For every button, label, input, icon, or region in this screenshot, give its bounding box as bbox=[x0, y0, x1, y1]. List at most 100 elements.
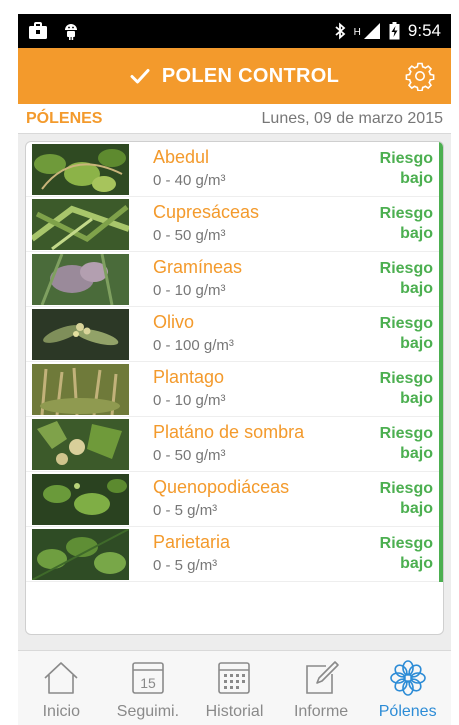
risk-indicator bbox=[439, 527, 443, 582]
risk-indicator bbox=[439, 307, 443, 362]
pollen-row-abedul[interactable]: Abedul 0 - 40 g/m³ Riesgo bajo bbox=[26, 142, 443, 197]
pollen-range: 0 - 100 g/m³ bbox=[153, 337, 234, 354]
nav-inicio[interactable]: Inicio bbox=[18, 651, 105, 725]
risk-line-1: Riesgo bbox=[379, 425, 433, 442]
risk-line-2: bajo bbox=[400, 555, 433, 572]
calendar-day-icon: 15 bbox=[132, 662, 164, 694]
screen: H 9:54 POLEN CONTROL PÓLENES Lunes, 09 d… bbox=[18, 14, 451, 725]
risk-label: Riesgo bajo bbox=[380, 314, 433, 354]
pollen-name: Parietaria bbox=[153, 532, 231, 552]
risk-line-2: bajo bbox=[400, 225, 433, 242]
pollen-row-cupresaceas[interactable]: Cupresáceas 0 - 50 g/m³ Riesgo bajo bbox=[26, 197, 443, 252]
pollen-range: 0 - 50 g/m³ bbox=[153, 447, 226, 464]
risk-line-1: Riesgo bbox=[379, 370, 433, 387]
nav-polenes[interactable]: Pólenes bbox=[364, 651, 451, 725]
pollen-list: Abedul 0 - 40 g/m³ Riesgo bajo Cupresácea… bbox=[25, 141, 444, 635]
pollen-row-platano[interactable]: Platáno de sombra 0 - 50 g/m³ Riesgo bajo bbox=[26, 417, 443, 472]
app-title-text: POLEN CONTROL bbox=[161, 64, 340, 87]
risk-line-1: Riesgo bbox=[379, 150, 433, 167]
risk-label: Riesgo bajo bbox=[380, 369, 433, 409]
section-title: PÓLENES bbox=[26, 109, 103, 127]
app-title: POLEN CONTROL bbox=[130, 65, 339, 88]
bottom-nav: Inicio 15 Seguimi. Historial Informe Pól… bbox=[18, 650, 451, 725]
pollen-range: 0 - 50 g/m³ bbox=[153, 227, 226, 244]
device-frame: H 9:54 POLEN CONTROL PÓLENES Lunes, 09 d… bbox=[0, 0, 459, 725]
pollen-photo-platano bbox=[32, 419, 129, 470]
risk-line-2: bajo bbox=[400, 500, 433, 517]
risk-label: Riesgo bajo bbox=[380, 479, 433, 519]
risk-line-1: Riesgo bbox=[379, 535, 433, 552]
pollen-row-plantago[interactable]: Plantago 0 - 10 g/m³ Riesgo bajo bbox=[26, 362, 443, 417]
bluetooth-icon bbox=[335, 22, 346, 40]
risk-indicator bbox=[439, 417, 443, 472]
nav-label: Inicio bbox=[42, 703, 80, 720]
risk-label: Riesgo bajo bbox=[380, 534, 433, 574]
pollen-name: Cupresáceas bbox=[153, 202, 260, 222]
risk-line-2: bajo bbox=[400, 280, 433, 297]
pollen-photo-cupresaceas bbox=[32, 199, 129, 250]
pollen-range: 0 - 10 g/m³ bbox=[153, 392, 226, 409]
android-icon bbox=[65, 24, 77, 40]
risk-indicator bbox=[439, 142, 443, 197]
network-type: H bbox=[353, 27, 361, 38]
risk-line-2: bajo bbox=[400, 170, 433, 187]
pollen-name: Gramíneas bbox=[153, 257, 243, 277]
pollen-range: 0 - 5 g/m³ bbox=[153, 502, 218, 519]
home-icon bbox=[44, 662, 78, 694]
clock: 9:54 bbox=[407, 21, 441, 40]
calendar-grid-icon bbox=[218, 662, 251, 694]
risk-line-2: bajo bbox=[400, 390, 433, 407]
risk-line-1: Riesgo bbox=[379, 205, 433, 222]
risk-line-2: bajo bbox=[400, 445, 433, 462]
pollen-range: 0 - 5 g/m³ bbox=[153, 557, 218, 574]
edit-note-icon bbox=[306, 661, 339, 694]
pollen-row-gramineas[interactable]: Gramíneas 0 - 10 g/m³ Riesgo bajo bbox=[26, 252, 443, 307]
section-header: PÓLENES Lunes, 09 de marzo 2015 bbox=[18, 104, 451, 134]
flower-icon bbox=[389, 660, 426, 696]
pollen-row-olivo[interactable]: Olivo 0 - 100 g/m³ Riesgo bajo bbox=[26, 307, 443, 362]
pollen-photo-quenopodiaceas bbox=[32, 474, 129, 525]
pollen-range: 0 - 10 g/m³ bbox=[153, 282, 226, 299]
pollen-row-parietaria[interactable]: Parietaria 0 - 5 g/m³ Riesgo bajo bbox=[26, 527, 443, 582]
pollen-name: Plantago bbox=[153, 367, 225, 387]
signal-icon bbox=[363, 23, 380, 39]
pollen-photo-gramineas bbox=[32, 254, 129, 305]
gear-icon[interactable] bbox=[405, 61, 435, 91]
nav-historial[interactable]: Historial bbox=[191, 651, 278, 725]
current-date: Lunes, 09 de marzo 2015 bbox=[261, 109, 443, 127]
nav-seguimiento[interactable]: 15 Seguimi. bbox=[105, 651, 192, 725]
status-bar: H 9:54 bbox=[18, 14, 451, 48]
nav-label: Seguimi. bbox=[116, 703, 180, 720]
briefcase-icon bbox=[29, 22, 47, 39]
pollen-photo-abedul bbox=[32, 144, 129, 195]
nav-informe[interactable]: Informe bbox=[278, 651, 365, 725]
risk-indicator bbox=[439, 472, 443, 527]
risk-label: Riesgo bajo bbox=[380, 424, 433, 464]
risk-line-1: Riesgo bbox=[379, 480, 433, 497]
pollen-name: Quenopodiáceas bbox=[153, 477, 290, 497]
pollen-photo-plantago bbox=[32, 364, 129, 415]
risk-label: Riesgo bajo bbox=[380, 149, 433, 189]
pollen-name: Abedul bbox=[153, 147, 210, 167]
risk-label: Riesgo bajo bbox=[380, 204, 433, 244]
pollen-row-quenopodiaceas[interactable]: Quenopodiáceas 0 - 5 g/m³ Riesgo bajo bbox=[26, 472, 443, 527]
nav-label: Pólenes bbox=[378, 703, 437, 720]
risk-line-1: Riesgo bbox=[379, 315, 433, 332]
battery-charging-icon bbox=[389, 22, 400, 40]
risk-line-2: bajo bbox=[400, 335, 433, 352]
pollen-name: Platáno de sombra bbox=[153, 422, 305, 442]
risk-indicator bbox=[439, 252, 443, 307]
nav-label: Historial bbox=[205, 703, 264, 720]
nav-label: Informe bbox=[293, 703, 349, 720]
pollen-range: 0 - 40 g/m³ bbox=[153, 172, 226, 189]
pollen-photo-parietaria bbox=[32, 529, 129, 580]
risk-indicator bbox=[439, 362, 443, 417]
app-bar: POLEN CONTROL bbox=[18, 48, 451, 104]
pollen-photo-olivo bbox=[32, 309, 129, 360]
risk-line-1: Riesgo bbox=[379, 260, 433, 277]
risk-label: Riesgo bajo bbox=[380, 259, 433, 299]
calendar-day-number: 15 bbox=[140, 675, 156, 691]
check-icon bbox=[130, 69, 150, 84]
pollen-name: Olivo bbox=[153, 312, 195, 332]
risk-indicator bbox=[439, 197, 443, 252]
